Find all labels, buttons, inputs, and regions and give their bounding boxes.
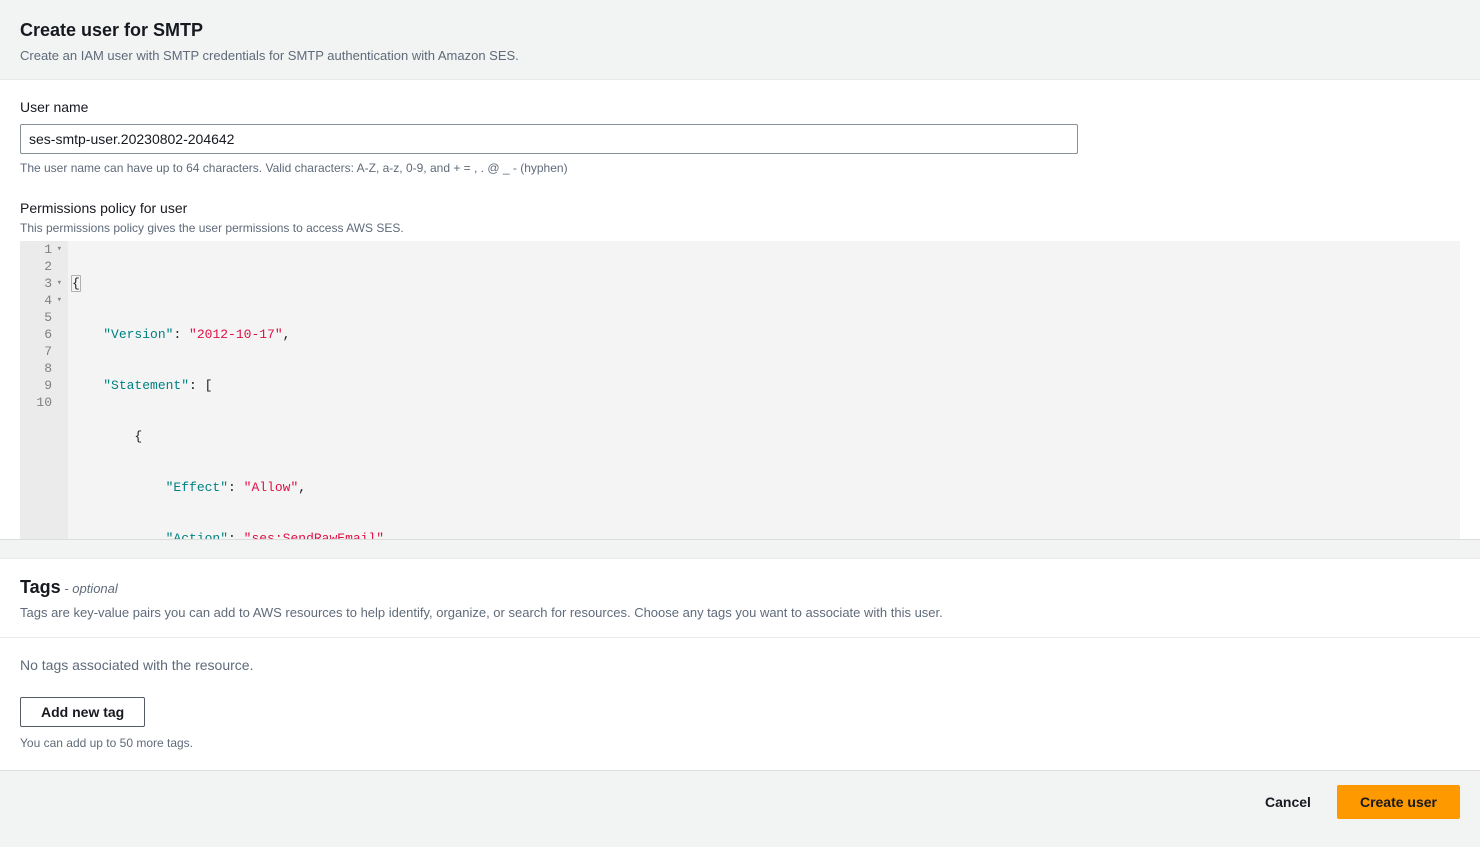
footer-bar: Cancel Create user (0, 770, 1480, 833)
tags-desc: Tags are key-value pairs you can add to … (20, 604, 1460, 622)
page-header: Create user for SMTP Create an IAM user … (0, 0, 1480, 80)
editor-gutter: 1▾23▾4▾5678910 (20, 241, 68, 539)
page-subtitle: Create an IAM user with SMTP credentials… (20, 47, 1460, 65)
form-section: User name The user name can have up to 6… (0, 80, 1480, 539)
username-label: User name (20, 98, 1460, 118)
section-divider (0, 539, 1480, 559)
tags-header: Tags - optional Tags are key-value pairs… (0, 559, 1480, 637)
policy-section: Permissions policy for user This permiss… (20, 199, 1460, 539)
editor-body[interactable]: { "Version": "2012-10-17", "Statement": … (68, 241, 392, 539)
policy-label: Permissions policy for user (20, 199, 1460, 219)
policy-editor[interactable]: 1▾23▾4▾5678910 { "Version": "2012-10-17"… (20, 241, 1460, 539)
tags-body: No tags associated with the resource. Ad… (0, 638, 1480, 770)
page-title: Create user for SMTP (20, 18, 1460, 43)
add-tag-button[interactable]: Add new tag (20, 697, 145, 727)
policy-desc: This permissions policy gives the user p… (20, 220, 1460, 237)
tags-limit-text: You can add up to 50 more tags. (20, 735, 1460, 752)
cancel-button[interactable]: Cancel (1251, 785, 1325, 819)
username-helper: The user name can have up to 64 characte… (20, 160, 1460, 177)
username-input[interactable] (20, 124, 1078, 154)
create-user-button[interactable]: Create user (1337, 785, 1460, 819)
tags-title: Tags (20, 577, 61, 597)
tags-empty-text: No tags associated with the resource. (20, 656, 1460, 676)
tags-section: Tags - optional Tags are key-value pairs… (0, 559, 1480, 770)
tags-optional: - optional (61, 581, 118, 596)
